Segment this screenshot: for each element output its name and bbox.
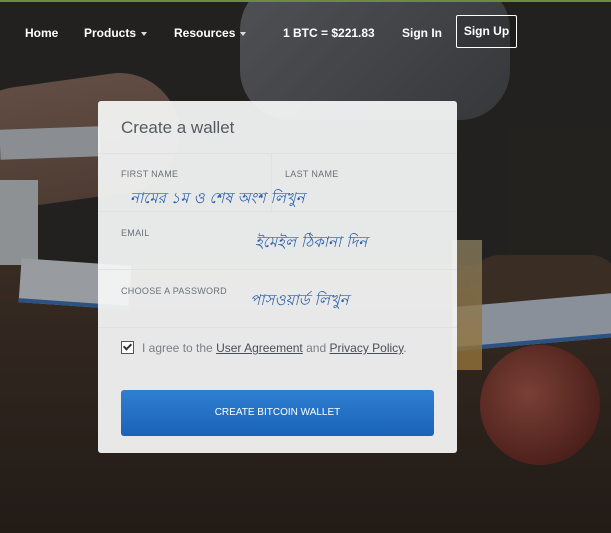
btc-price: 1 BTC = $221.83: [283, 26, 375, 40]
nav-resources-label: Resources: [174, 26, 236, 40]
user-agreement-link[interactable]: User Agreement: [216, 341, 303, 355]
nav-products[interactable]: Products: [84, 26, 148, 40]
top-nav: Home Products Resources 1 BTC = $221.83 …: [0, 0, 611, 66]
email-annotation: ইমেইল ঠিকানা দিন: [255, 233, 368, 251]
privacy-policy-link[interactable]: Privacy Policy: [330, 341, 404, 355]
create-wallet-button[interactable]: CREATE BITCOIN WALLET: [121, 390, 434, 436]
agree-and: and: [306, 341, 327, 355]
agreement-row: I agree to the User Agreement and Privac…: [121, 341, 407, 355]
agree-checkbox[interactable]: [121, 341, 134, 354]
sign-up-button[interactable]: Sign Up: [456, 15, 517, 48]
chevron-down-icon: [141, 31, 148, 36]
chevron-down-icon: [240, 31, 247, 36]
password-annotation: পাসওয়ার্ড লিখুন: [250, 291, 349, 309]
agree-period: .: [403, 341, 407, 355]
divider: [98, 327, 457, 328]
nav-sign-in[interactable]: Sign In: [402, 26, 442, 40]
create-wallet-form: Create a wallet FIRST NAME LAST NAME নাম…: [98, 101, 457, 453]
nav-resources[interactable]: Resources: [174, 26, 247, 40]
name-annotation: নামের ১ম ও শেষ অংশ লিখুন: [130, 189, 305, 207]
agree-prefix: I agree to the: [142, 341, 213, 355]
form-title: Create a wallet: [121, 118, 235, 137]
nav-home[interactable]: Home: [25, 26, 58, 40]
nav-products-label: Products: [84, 26, 137, 40]
